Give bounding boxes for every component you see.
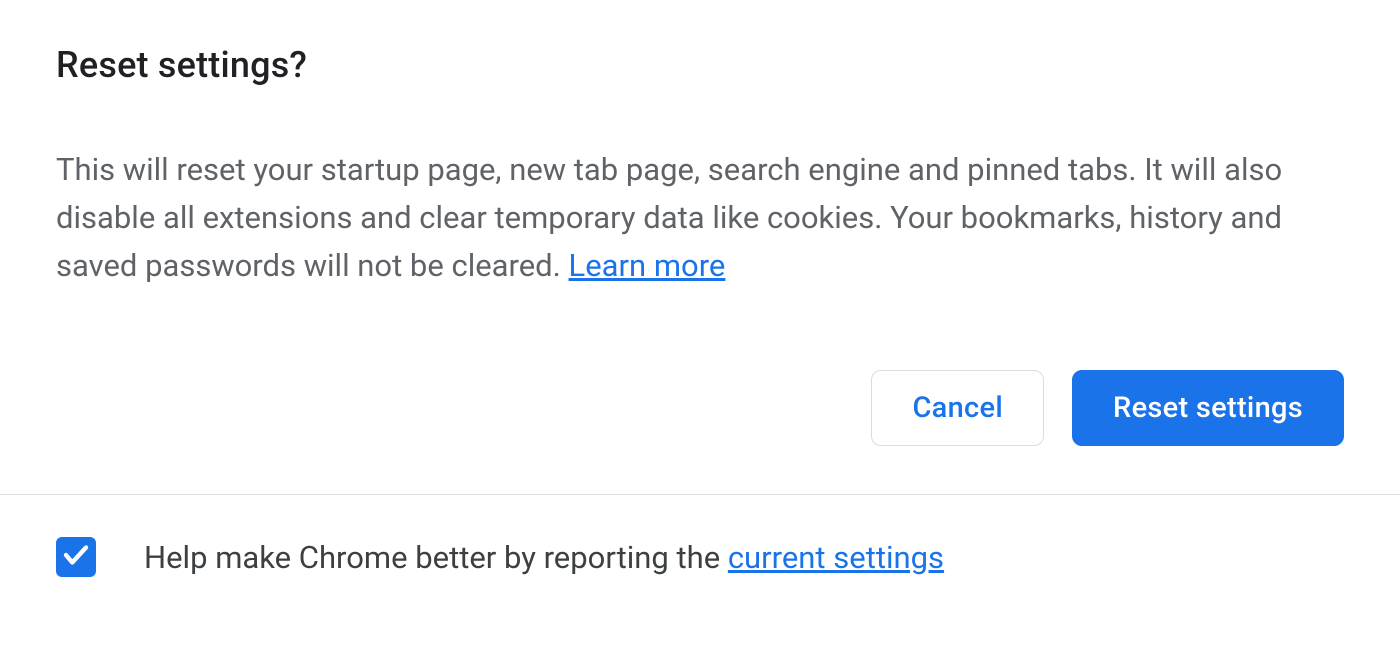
learn-more-link[interactable]: Learn more [569, 247, 726, 284]
cancel-button[interactable]: Cancel [871, 370, 1044, 446]
dialog-button-row: Cancel Reset settings [56, 370, 1344, 446]
current-settings-link[interactable]: current settings [728, 539, 944, 576]
reset-settings-dialog: Reset settings? This will reset your sta… [0, 0, 1400, 446]
reset-settings-button[interactable]: Reset settings [1072, 370, 1344, 446]
footer-text: Help make Chrome better by reporting the… [144, 539, 944, 576]
dialog-title: Reset settings? [56, 44, 1344, 86]
report-settings-checkbox[interactable] [56, 537, 96, 577]
dialog-footer: Help make Chrome better by reporting the… [0, 494, 1400, 577]
footer-text-before-link: Help make Chrome better by reporting the [144, 539, 728, 576]
dialog-body: This will reset your startup page, new t… [56, 146, 1286, 290]
checkmark-icon [61, 540, 91, 574]
